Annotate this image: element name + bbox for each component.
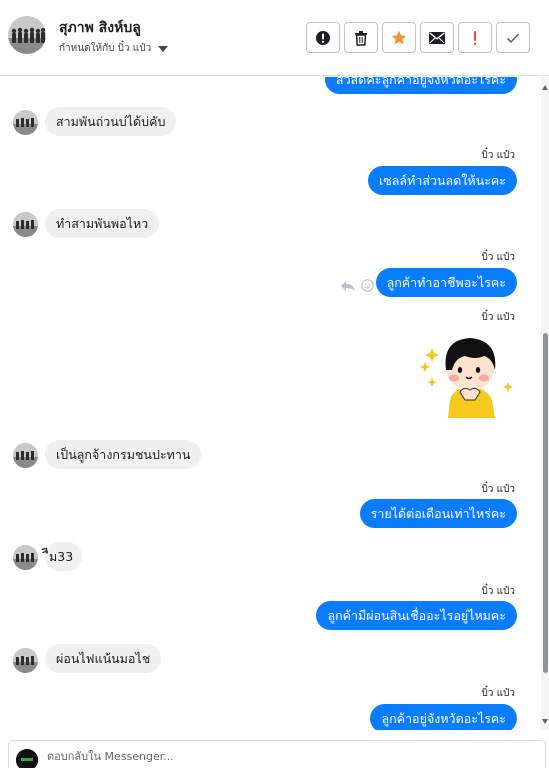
message-outgoing: ลูกค้ามีผ่อนสินเชื่ออะไรอยู่ไหมคะ (316, 601, 517, 630)
message-bubble: สวัสดีค่ะลูกค้าอยู่จังหวัดอะไรคะ (324, 77, 517, 94)
star-icon (391, 30, 407, 44)
thread-scrollbar[interactable] (541, 77, 549, 730)
message-outgoing: เซลล์ทำส่วนลดให้นะคะ (368, 166, 517, 195)
message-incoming: ผ่อนไฟแน้นมอไช (45, 644, 162, 673)
girl-sticker-icon (420, 338, 513, 418)
spam-button[interactable] (306, 22, 340, 53)
delete-button[interactable] (344, 22, 378, 53)
sender-name: บิ๋ว แป๋ว (481, 312, 515, 323)
conversation-toolbar (306, 22, 530, 53)
star-button[interactable] (382, 22, 416, 53)
page-avatar (16, 749, 38, 768)
message-incoming: ทำสามพันพอไหว (45, 209, 160, 238)
conversation-header: สุภาพ สิงห์บลู กำหนดให้กับ บิ๋ว แป๋ว (0, 0, 549, 76)
alert-circle-icon (316, 30, 330, 45)
contact-avatar-small (13, 110, 38, 135)
exclamation-icon (473, 30, 477, 45)
message-bubble: ลูกค้ามีผ่อนสินเชื่ออะไรอยู่ไหมคะ (316, 601, 517, 630)
assign-dropdown[interactable]: กำหนดให้กับ บิ๋ว แป๋ว (59, 41, 169, 56)
message-thread[interactable]: สวัสดีค่ะลูกค้าอยู่จังหวัดอะไรคะ สามพันถ… (0, 77, 541, 730)
message-bubble: ผ่อนไฟแน้นมอไช (45, 644, 162, 673)
message-bubble: ืีม33 (45, 542, 83, 571)
sticker-message[interactable] (420, 330, 516, 424)
message-outgoing: ลูกค้าทำอาชีพอะไรคะ (375, 268, 517, 297)
message-bubble: ลูกค้าอยู่จังหวัดอะไรคะ (370, 704, 517, 730)
caret-down-icon (158, 45, 169, 52)
message-bubble: เซลล์ทำส่วนลดให้นะคะ (368, 166, 517, 195)
contact-avatar-small (13, 443, 38, 468)
message-bubble: ลูกค้าทำอาชีพอะไรคะ (375, 268, 517, 297)
composer-box[interactable] (8, 740, 546, 768)
mark-unread-button[interactable] (420, 22, 454, 53)
contact-avatar[interactable] (8, 16, 46, 54)
scroll-down-arrow-icon[interactable] (542, 719, 548, 724)
scrollbar-thumb[interactable] (543, 333, 548, 673)
assigned-to-label: กำหนดให้กับ บิ๋ว แป๋ว (59, 43, 152, 54)
sender-name: บิ๋ว แป๋ว (481, 150, 515, 161)
reply-icon[interactable] (340, 280, 356, 292)
message-outgoing: ลูกค้าอยู่จังหวัดอะไรคะ (370, 704, 517, 730)
message-incoming: สามพันถ่วนบ่ได้บ่คับ (45, 107, 177, 136)
message-bubble: รายได้ต่อเดือนเท่าไหร่คะ (359, 499, 517, 528)
sender-name: บิ๋ว แป๋ว (481, 688, 515, 699)
message-bubble: ทำสามพันพอไหว (45, 209, 160, 238)
scroll-up-arrow-icon[interactable] (542, 85, 548, 90)
trash-icon (355, 30, 367, 46)
mail-icon (429, 31, 445, 44)
emoji-reaction-icon[interactable] (361, 279, 374, 292)
message-incoming: ืีม33 (45, 542, 83, 571)
sender-name: บิ๋ว แป๋ว (481, 586, 515, 597)
mark-done-button[interactable] (496, 22, 530, 53)
contact-avatar-small (13, 545, 38, 570)
contact-avatar-small (13, 212, 38, 237)
message-incoming: เป็นลูกจ้างกรมชนปะทาน (45, 440, 202, 469)
contact-name: สุภาพ สิงห์บลู (59, 20, 141, 36)
message-actions (340, 279, 374, 292)
reply-input[interactable] (47, 750, 527, 763)
reply-composer (0, 730, 549, 768)
message-bubble: สามพันถ่วนบ่ได้บ่คับ (45, 107, 177, 136)
contact-avatar-small (13, 648, 38, 673)
flag-button[interactable] (458, 22, 492, 53)
message-bubble: เป็นลูกจ้างกรมชนปะทาน (45, 440, 202, 469)
sender-name: บิ๋ว แป๋ว (481, 484, 515, 495)
check-icon (506, 32, 520, 43)
message-outgoing: รายได้ต่อเดือนเท่าไหร่คะ (359, 499, 517, 528)
sender-name: บิ๋ว แป๋ว (481, 252, 515, 263)
message-outgoing: สวัสดีค่ะลูกค้าอยู่จังหวัดอะไรคะ (324, 77, 517, 94)
